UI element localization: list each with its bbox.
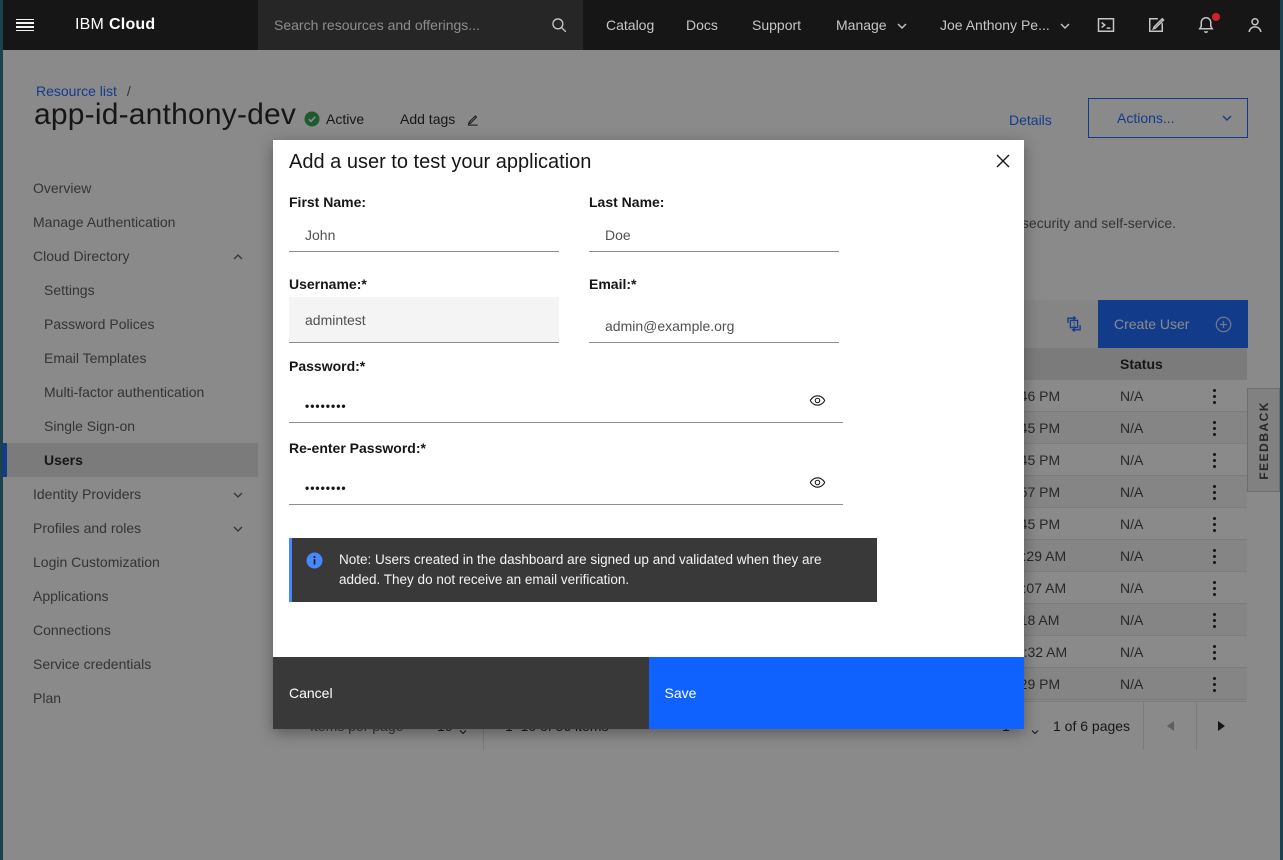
hamburger-menu-icon[interactable] [0,0,50,50]
notifications-bell-icon[interactable] [1182,0,1230,50]
ibm-cloud-logo[interactable]: IBM Cloud [75,0,155,50]
info-notification: Note: Users created in the dashboard are… [289,538,877,602]
global-search [258,0,583,50]
reenter-password-field[interactable] [289,471,843,505]
nav-docs[interactable]: Docs [686,0,718,50]
modal-title: Add a user to test your application [289,151,591,174]
reenter-password-label: Re-enter Password:* [289,440,426,456]
last-name-label: Last Name: [589,194,664,210]
view-password-icon[interactable] [807,472,827,492]
logo-cloud: Cloud [109,16,155,34]
password-field[interactable] [289,389,843,423]
search-icon[interactable] [535,0,583,50]
info-icon [306,552,323,569]
username-field[interactable] [289,297,559,343]
search-input[interactable] [258,17,535,33]
console-icon[interactable] [1082,0,1130,50]
notification-badge-dot [1212,13,1220,21]
ibm-cloud-console: IBM Cloud Catalog Docs Support Manage Jo… [0,0,1283,860]
nav-account-user[interactable]: Joe Anthony Pe... [940,0,1071,50]
left-window-edge [0,0,3,860]
email-label: Email:* [589,276,636,292]
logo-ibm: IBM [75,16,104,34]
chevron-down-icon [1059,17,1071,33]
nav-manage[interactable]: Manage [836,0,908,50]
first-name-label: First Name: [289,194,366,210]
modal-footer: Cancel Save [273,657,1024,729]
email-field[interactable] [589,309,839,343]
first-name-field[interactable] [289,218,559,252]
chevron-down-icon [896,17,908,33]
add-user-modal: Add a user to test your application Firs… [273,140,1024,729]
cancel-button[interactable]: Cancel [273,657,649,729]
nav-catalog[interactable]: Catalog [606,0,654,50]
top-header: IBM Cloud Catalog Docs Support Manage Jo… [0,0,1283,50]
view-password-icon[interactable] [807,390,827,410]
edit-icon[interactable] [1132,0,1180,50]
last-name-field[interactable] [589,218,839,252]
close-icon[interactable] [985,143,1021,179]
info-notification-text: Note: Users created in the dashboard are… [339,550,861,590]
save-button[interactable]: Save [649,657,1025,729]
nav-support[interactable]: Support [752,0,801,50]
password-label: Password:* [289,358,365,374]
profile-avatar-icon[interactable] [1231,0,1279,50]
username-label: Username:* [289,276,367,292]
